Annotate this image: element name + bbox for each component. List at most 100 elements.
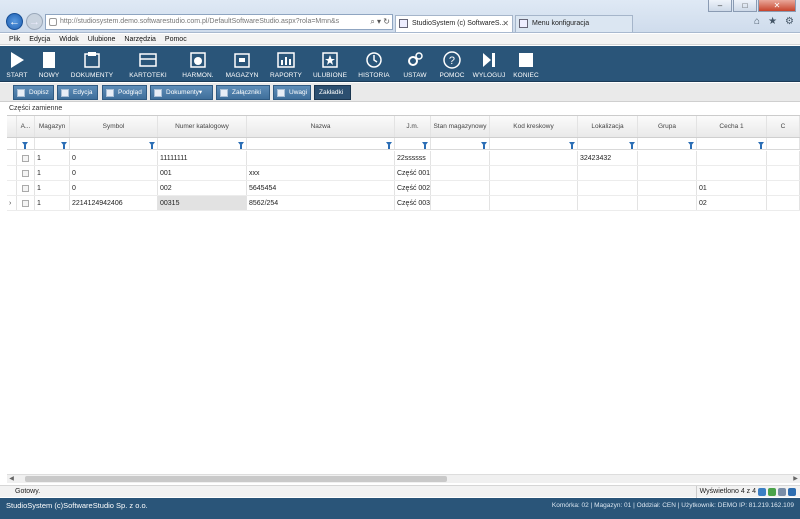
attachments-button[interactable]: Załączniki xyxy=(216,85,270,100)
filter-a[interactable] xyxy=(17,138,35,149)
help-button[interactable]: ? POMOC xyxy=(434,46,470,82)
forward-button[interactable]: → xyxy=(26,13,43,30)
scroll-left-icon[interactable]: ◀ xyxy=(7,475,16,484)
history-button[interactable]: HISTORIA xyxy=(352,46,396,82)
menu-tools[interactable]: Narzędzia xyxy=(124,34,156,44)
header-unit[interactable]: J.m. xyxy=(395,116,431,137)
checkbox-icon[interactable] xyxy=(22,185,29,192)
row-checkbox[interactable] xyxy=(17,196,35,210)
filter-magazyn[interactable] xyxy=(35,138,70,149)
header-symbol[interactable]: Symbol xyxy=(70,116,158,137)
print-icon[interactable] xyxy=(778,488,786,496)
header-magazyn[interactable]: Magazyn xyxy=(35,116,70,137)
filter-more[interactable] xyxy=(767,138,800,149)
documents-dropdown-button[interactable]: Dokumenty▾ xyxy=(150,85,213,100)
filter-icon[interactable] xyxy=(22,142,28,149)
home-icon[interactable]: ⌂ xyxy=(754,16,760,27)
row-checkbox[interactable] xyxy=(17,151,35,165)
dropdown-icon[interactable]: ▾ xyxy=(377,17,381,26)
filter-icon[interactable] xyxy=(422,142,428,149)
star-icon[interactable]: ★ xyxy=(768,16,777,27)
logout-button[interactable]: WYLOGUJ xyxy=(470,46,508,82)
filter-symbol[interactable] xyxy=(70,138,158,149)
header-catalog-number[interactable]: Numer katalogowy xyxy=(158,116,247,137)
close-icon[interactable]: ✕ xyxy=(758,0,796,12)
row-checkbox[interactable] xyxy=(17,166,35,180)
browser-tab-studiosystem[interactable]: StudioSystem (c) SoftwareS... ✕ xyxy=(395,15,513,32)
table-row[interactable]: 1 0 002 5645454 Część 002 01 xyxy=(7,181,800,196)
header-more[interactable]: C xyxy=(767,116,800,137)
filter-icon[interactable] xyxy=(481,142,487,149)
filter-icon[interactable] xyxy=(629,142,635,149)
start-button[interactable]: START xyxy=(0,46,34,82)
table-row-selected[interactable]: › 1 2214124942406 00315 8562/254 Część 0… xyxy=(7,196,800,211)
header-group[interactable]: Grupa xyxy=(638,116,697,137)
notes-button[interactable]: Uwagi xyxy=(273,85,311,100)
back-button[interactable]: ← xyxy=(6,13,23,30)
menu-favorites[interactable]: Ulubione xyxy=(88,34,116,44)
export-icon[interactable] xyxy=(768,488,776,496)
header-barcode[interactable]: Kod kreskowy xyxy=(490,116,578,137)
menu-edit[interactable]: Edycja xyxy=(29,34,50,44)
filter-name[interactable] xyxy=(247,138,395,149)
browser-tab-menu[interactable]: Menu konfiguracja xyxy=(515,15,633,32)
header-feature-1[interactable]: Cecha 1 xyxy=(697,116,767,137)
new-button[interactable]: NOWY xyxy=(34,46,64,82)
menu-file[interactable]: Plik xyxy=(9,34,20,44)
card-index-button[interactable]: KARTOTEKI xyxy=(120,46,176,82)
filter-icon[interactable] xyxy=(61,142,67,149)
table-row[interactable]: 1 0 001 xxx Część 001 xyxy=(7,166,800,181)
bookmarks-button[interactable]: Zakładki xyxy=(314,85,351,100)
scroll-thumb[interactable] xyxy=(25,476,447,482)
preview-button[interactable]: Podgląd xyxy=(102,85,147,100)
header-a[interactable]: A... xyxy=(17,116,35,137)
favorites-button[interactable]: ULUBIONE xyxy=(308,46,352,82)
filter-icon[interactable] xyxy=(386,142,392,149)
filter-icon[interactable] xyxy=(569,142,575,149)
search-icon[interactable]: ⌕ xyxy=(370,17,374,26)
menu-help[interactable]: Pomoc xyxy=(165,34,187,44)
filter-unit[interactable] xyxy=(395,138,431,149)
gear-icon[interactable]: ⚙ xyxy=(785,16,794,27)
minimize-icon[interactable]: – xyxy=(708,0,732,12)
checkbox-icon[interactable] xyxy=(22,200,29,207)
checkbox-icon[interactable] xyxy=(22,170,29,177)
add-button[interactable]: Dopisz xyxy=(13,85,54,100)
documents-button[interactable]: DOKUMENTY xyxy=(64,46,120,82)
filter-location[interactable] xyxy=(578,138,638,149)
header-location[interactable]: Lokalizacja xyxy=(578,116,638,137)
cell-catalog-number[interactable]: 00315 xyxy=(158,196,247,210)
filter-feature-1[interactable] xyxy=(697,138,767,149)
header-stock[interactable]: Stan magazynowy xyxy=(431,116,490,137)
table-row[interactable]: 1 0 11111111 22ssssss 32423432 xyxy=(7,151,800,166)
refresh-icon[interactable] xyxy=(758,488,766,496)
help-icon[interactable] xyxy=(788,488,796,496)
filter-icon[interactable] xyxy=(238,142,244,149)
scroll-right-icon[interactable]: ▶ xyxy=(791,475,800,484)
menu-view[interactable]: Widok xyxy=(59,34,78,44)
filter-icon[interactable] xyxy=(149,142,155,149)
reports-button[interactable]: RAPORTY xyxy=(264,46,308,82)
filter-catalog-number[interactable] xyxy=(158,138,247,149)
horizontal-scrollbar[interactable]: ◀ ▶ xyxy=(7,474,800,483)
edit-button[interactable]: Edycja xyxy=(57,85,98,100)
schedule-button[interactable]: HARMON. xyxy=(176,46,220,82)
filter-stock[interactable] xyxy=(431,138,490,149)
cell-location xyxy=(578,166,638,180)
checkbox-icon[interactable] xyxy=(22,155,29,162)
tab-close-icon[interactable]: ✕ xyxy=(502,16,509,31)
filter-group[interactable] xyxy=(638,138,697,149)
note-icon xyxy=(277,89,285,97)
row-checkbox[interactable] xyxy=(17,181,35,195)
filter-icon[interactable] xyxy=(758,142,764,149)
refresh-icon[interactable]: ↻ xyxy=(383,17,390,26)
warehouse-button[interactable]: MAGAZYN xyxy=(220,46,264,82)
exit-button[interactable]: KONIEC xyxy=(508,46,544,82)
address-bar[interactable]: http://studiosystem.demo.softwarestudio.… xyxy=(45,14,393,30)
settings-button[interactable]: USTAW xyxy=(396,46,434,82)
filter-icon[interactable] xyxy=(688,142,694,149)
maximize-icon[interactable]: □ xyxy=(733,0,757,12)
cell-stock xyxy=(431,181,490,195)
filter-barcode[interactable] xyxy=(490,138,578,149)
header-name[interactable]: Nazwa xyxy=(247,116,395,137)
